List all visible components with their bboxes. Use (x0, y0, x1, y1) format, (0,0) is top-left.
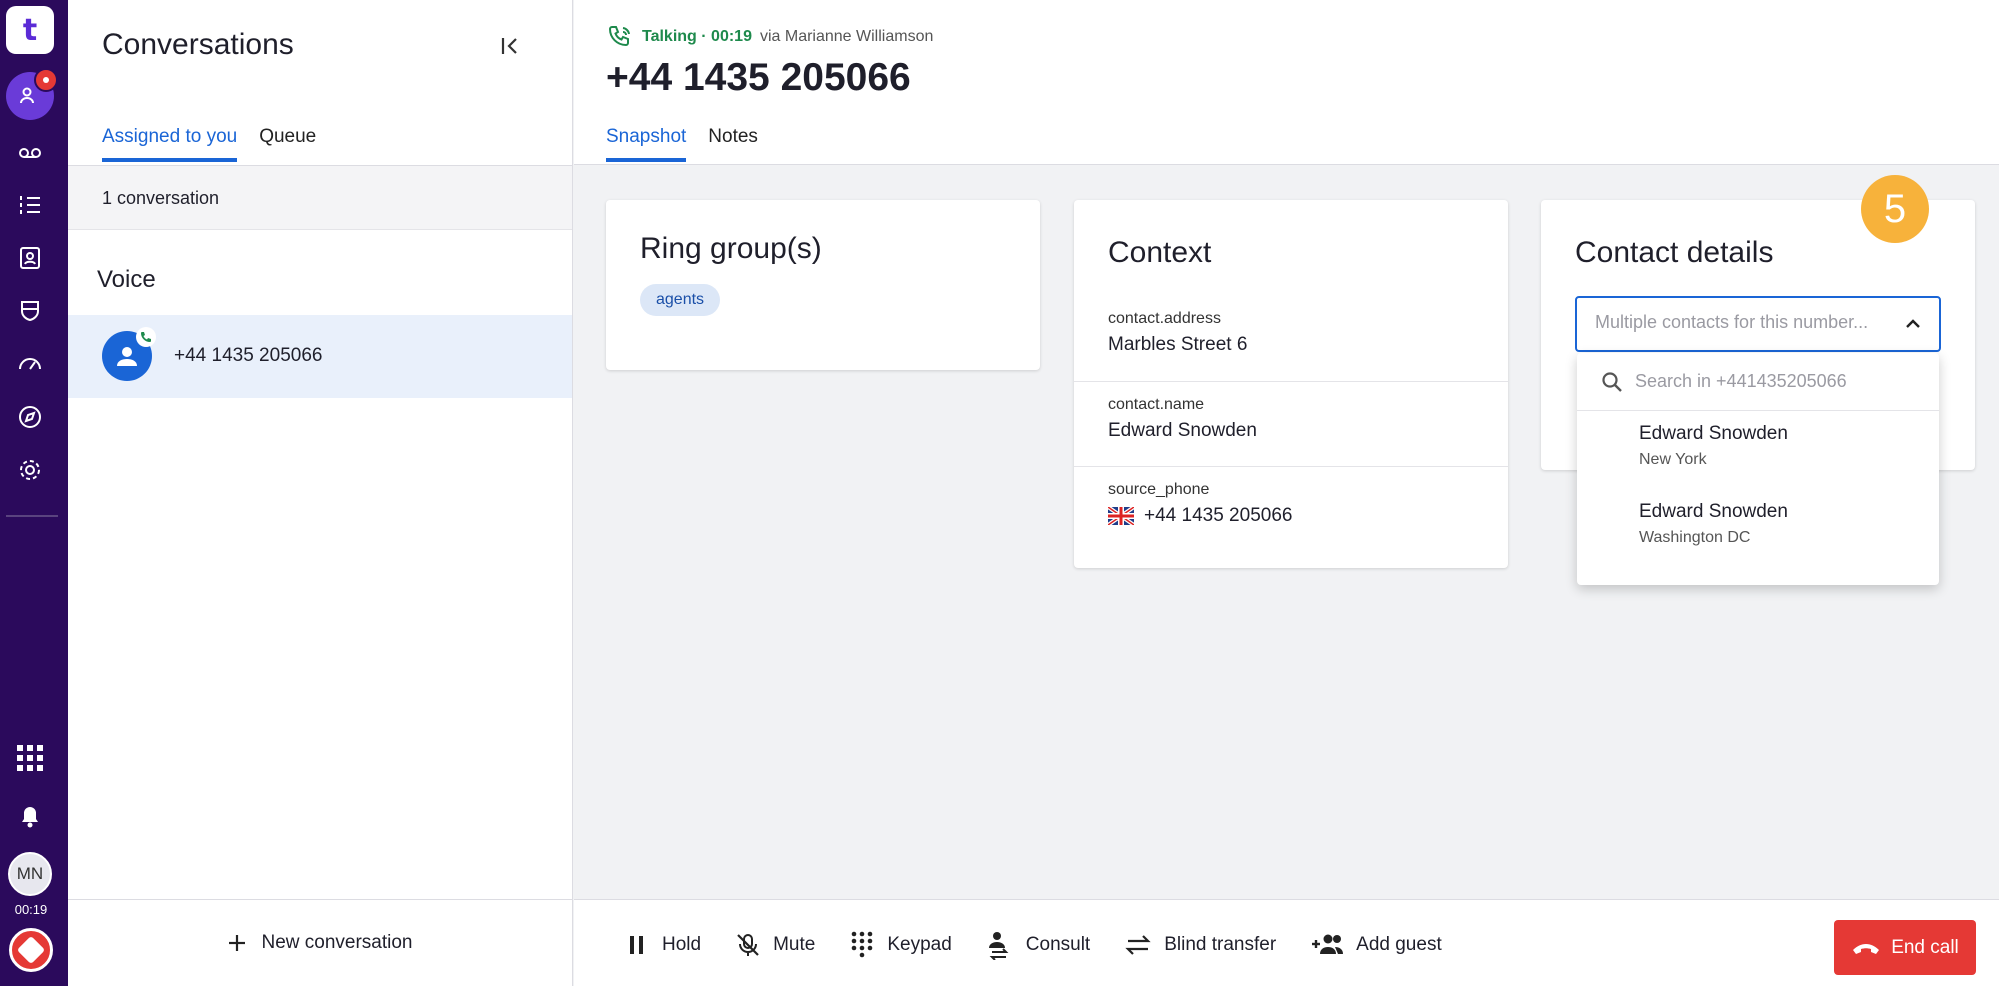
conversation-number: +44 1435 205066 (174, 345, 323, 366)
new-conversation-button[interactable]: New conversation (68, 899, 572, 986)
phone-call-icon (608, 26, 630, 47)
agents-icon[interactable] (6, 68, 58, 120)
app-logo[interactable]: t (6, 6, 54, 54)
call-header: Talking · 00:19 via Marianne Williamson … (574, 0, 1999, 165)
ring-group-chip: agents (640, 284, 721, 316)
context-field: source_phone +44 1435 205066 (1074, 466, 1508, 551)
context-value: Marbles Street 6 (1108, 334, 1248, 355)
pause-icon (630, 936, 643, 954)
context-card: Context contact.address Marbles Street 6… (1074, 200, 1508, 568)
conversation-list-item[interactable]: +44 1435 205066 (68, 315, 572, 398)
conversations-panel: Conversations Assigned to you Queue 1 co… (68, 0, 573, 986)
tab-queue[interactable]: Queue (259, 126, 316, 162)
bell-icon[interactable] (8, 794, 52, 838)
call-tabs: Snapshot Notes (606, 126, 758, 162)
search-icon (1602, 371, 1622, 392)
context-field: contact.address Marbles Street 6 (1074, 296, 1508, 381)
uk-flag-icon (1108, 507, 1134, 525)
hang-up-icon (1853, 943, 1880, 954)
contact-option-name: Edward Snowden (1639, 501, 1788, 522)
call-status: Talking · 00:19 via Marianne Williamson (608, 24, 933, 50)
keypad-icon (852, 931, 873, 958)
ring-group-title: Ring group(s) (640, 232, 822, 265)
chevron-up-icon (1906, 319, 1920, 328)
contact-search-input[interactable]: Search in +441435205066 (1577, 353, 1939, 411)
mute-button[interactable]: Mute (735, 930, 815, 960)
contacts-icon[interactable] (8, 236, 52, 280)
context-key: source_phone (1108, 481, 1210, 498)
page-title: +44 1435 205066 (606, 56, 911, 99)
tab-snapshot[interactable]: Snapshot (606, 126, 687, 162)
active-call-button[interactable] (9, 928, 53, 972)
tasks-icon[interactable] (8, 183, 52, 227)
contact-select[interactable]: Multiple contacts for this number... (1575, 296, 1941, 352)
contact-select-placeholder: Multiple contacts for this number... (1595, 312, 1869, 332)
context-key: contact.address (1108, 310, 1221, 327)
conversation-tabs: Assigned to you Queue (102, 126, 316, 162)
call-timer: 00:19 (14, 902, 48, 917)
end-call-label: End call (1891, 936, 1959, 958)
context-value: Edward Snowden (1108, 420, 1257, 441)
status-talking: Talking · 00:19 (642, 28, 752, 45)
context-title: Context (1108, 236, 1212, 269)
rail-divider (6, 515, 58, 517)
contact-option-city: Washington DC (1639, 529, 1751, 546)
contact-option[interactable]: Edward Snowden Washington DC (1577, 489, 1939, 567)
step-badge: 5 (1861, 175, 1929, 243)
context-key: contact.name (1108, 396, 1205, 413)
call-controls-bar: Hold Mute Keypad Consult Blind transfer … (574, 899, 1999, 986)
transfer-icon (1125, 935, 1151, 955)
compass-icon[interactable] (8, 395, 52, 439)
shield-icon[interactable] (8, 289, 52, 333)
contact-dropdown: Search in +441435205066 Edward Snowden N… (1577, 353, 1939, 585)
avatar[interactable]: MN (8, 852, 52, 896)
apps-grid-icon[interactable] (8, 736, 52, 780)
add-guest-button[interactable]: Add guest (1310, 930, 1442, 960)
ring-group-card: Ring group(s) agents (606, 200, 1040, 370)
collapse-panel-icon[interactable] (496, 32, 524, 60)
add-guest-icon (1312, 934, 1344, 954)
consult-button[interactable]: Consult (986, 930, 1090, 960)
new-conversation-label: New conversation (261, 932, 413, 953)
conversations-title: Conversations (102, 28, 294, 61)
hold-button[interactable]: Hold (624, 930, 701, 960)
keypad-button[interactable]: Keypad (849, 930, 952, 960)
dashboard-icon[interactable] (8, 341, 52, 385)
tab-assigned-to-you[interactable]: Assigned to you (102, 126, 238, 162)
context-field: contact.name Edward Snowden (1074, 381, 1508, 466)
conversation-count: 1 conversation (68, 166, 572, 230)
consult-icon (988, 932, 1009, 960)
left-rail: t MN 00:19 (0, 0, 68, 986)
status-via: via Marianne Williamson (759, 28, 934, 45)
blind-transfer-button[interactable]: Blind transfer (1124, 930, 1276, 960)
mic-off-icon (737, 934, 759, 956)
contact-option-city: New York (1639, 451, 1707, 468)
settings-icon[interactable] (8, 448, 52, 492)
voicemail-icon[interactable] (8, 131, 52, 175)
tab-notes[interactable]: Notes (708, 126, 758, 162)
contact-search-placeholder: Search in +441435205066 (1635, 371, 1847, 391)
notification-badge (34, 68, 58, 92)
end-call-button[interactable]: End call (1834, 920, 1976, 975)
phone-icon (136, 327, 156, 347)
contact-option-name: Edward Snowden (1639, 423, 1788, 444)
plus-icon (229, 935, 246, 951)
caller-avatar (102, 327, 156, 381)
context-value: +44 1435 205066 (1108, 505, 1474, 527)
section-voice-heading: Voice (97, 266, 156, 293)
contact-option[interactable]: Edward Snowden New York (1577, 411, 1939, 489)
